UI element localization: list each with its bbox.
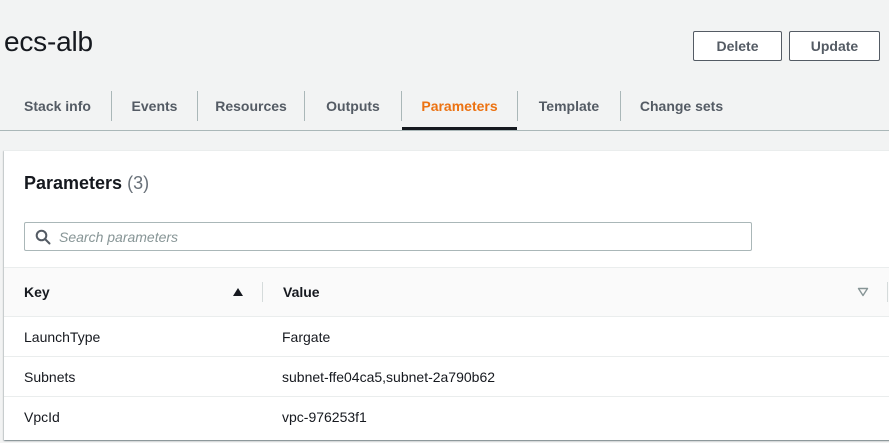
parameter-value: vpc-976253f1 <box>282 408 367 425</box>
table-row: VpcId vpc-976253f1 <box>4 397 889 437</box>
tab-parameters[interactable]: Parameters <box>402 82 517 130</box>
parameter-key: VpcId <box>24 408 60 425</box>
tab-change-sets[interactable]: Change sets <box>621 82 742 130</box>
tab-bar: Stack info Events Resources Outputs Para… <box>0 82 889 131</box>
parameter-count: (3) <box>127 173 150 193</box>
tab-events[interactable]: Events <box>112 82 197 130</box>
search-icon <box>35 229 51 245</box>
parameters-table: Key Value LaunchType Fargate Subnets sub… <box>4 267 889 437</box>
parameter-key: Subnets <box>24 368 76 385</box>
panel-title: Parameters (3) <box>24 173 149 194</box>
tab-template[interactable]: Template <box>518 82 620 130</box>
column-header-key[interactable]: Key <box>24 268 50 316</box>
parameter-value: Fargate <box>282 328 331 345</box>
tab-outputs[interactable]: Outputs <box>305 82 401 130</box>
active-tab-indicator <box>402 127 517 130</box>
parameters-panel: Parameters (3) Key Value LaunchType Farg… <box>4 150 889 440</box>
stack-title: ecs-alb <box>4 26 93 57</box>
panel-title-text: Parameters <box>24 173 123 193</box>
delete-button[interactable]: Delete <box>693 31 782 61</box>
column-header-value[interactable]: Value <box>283 268 320 316</box>
search-box <box>24 222 752 251</box>
tab-resources[interactable]: Resources <box>198 82 304 130</box>
table-row: Subnets subnet-ffe04ca5,subnet-2a790b62 <box>4 357 889 397</box>
caret-up-icon[interactable] <box>232 287 244 297</box>
parameter-key: LaunchType <box>24 328 101 345</box>
parameter-value: subnet-ffe04ca5,subnet-2a790b62 <box>282 368 496 385</box>
update-button[interactable]: Update <box>789 31 880 61</box>
tab-stack-info[interactable]: Stack info <box>4 82 111 130</box>
search-input[interactable] <box>59 226 739 247</box>
table-header: Key Value <box>4 267 889 317</box>
caret-down-outline-icon[interactable] <box>857 287 869 297</box>
table-row: LaunchType Fargate <box>4 317 889 357</box>
column-divider <box>262 282 263 302</box>
column-divider <box>887 282 888 302</box>
